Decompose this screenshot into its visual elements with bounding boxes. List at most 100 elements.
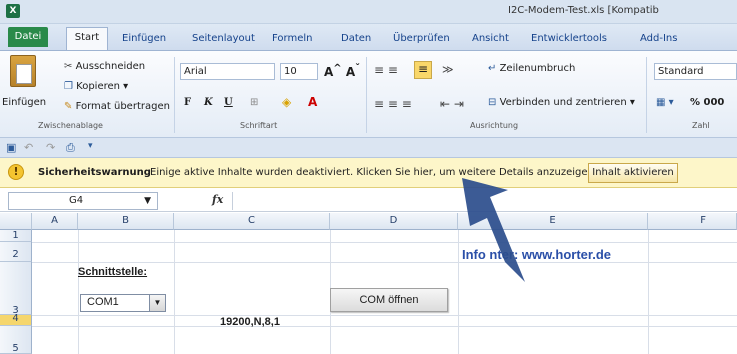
group-divider [646, 57, 647, 133]
font-group-label: Schriftart [240, 121, 278, 130]
insert-function-icon[interactable]: fx [212, 193, 223, 206]
serial-parameters: 19200,N,8,1 [220, 316, 280, 328]
paste-button-label[interactable]: Einfügen [2, 97, 46, 108]
tab-formulas[interactable]: Formeln [272, 30, 312, 50]
grid-line [648, 230, 649, 354]
enable-content-button[interactable]: Inhalt aktivieren [588, 163, 678, 183]
clipboard-group-label: Zwischenablage [38, 121, 103, 130]
security-warning-bar: ! Sicherheitswarnung Einige aktive Inhal… [0, 158, 737, 188]
merge-label: Verbinden und zentrieren ▾ [499, 97, 635, 108]
grid-line [458, 230, 459, 354]
cut-label: Ausschneiden [75, 61, 146, 72]
formula-divider [232, 192, 233, 210]
excel-logo-icon: X [6, 4, 20, 18]
redo-icon[interactable]: ↷ [46, 141, 55, 154]
cut-button[interactable]: ✂ Ausschneiden [64, 61, 145, 72]
column-header-f[interactable]: F [648, 213, 737, 230]
merge-icon: ⊟ [488, 97, 497, 108]
wrap-text-icon: ↵ [488, 63, 497, 74]
align-top-icon[interactable]: ≡ ≡ [374, 63, 398, 77]
indent-icon[interactable]: ⇤ ⇥ [440, 97, 464, 111]
column-header-c[interactable]: C [174, 213, 330, 230]
undo-icon[interactable]: ↶ [24, 141, 33, 154]
column-header-d[interactable]: D [330, 213, 458, 230]
alignment-group-label: Ausrichtung [470, 121, 519, 130]
tab-insert[interactable]: Einfügen [122, 30, 166, 50]
merge-center-button[interactable]: ⊟ Verbinden und zentrieren ▾ [488, 97, 635, 108]
title-bar: X I2C-Modem-Test.xls [Kompatib [0, 0, 737, 24]
align-bottom-icon[interactable]: ≡ [414, 61, 432, 79]
row-header-2[interactable]: 2 [0, 242, 32, 262]
percent-button[interactable]: % 000 [690, 97, 724, 108]
wrap-text-button[interactable]: ↵ Zeilenumbruch [488, 63, 575, 74]
grid-line [32, 262, 737, 263]
chevron-down-icon[interactable]: ▼ [149, 295, 165, 311]
quick-access-toolbar: ▣ ↶ ↷ ⎙ ▾ [0, 138, 737, 158]
orientation-icon[interactable]: ≫ [442, 63, 454, 76]
paste-icon[interactable] [10, 55, 36, 87]
tab-page-layout[interactable]: Seitenlayout [192, 30, 255, 50]
group-divider [174, 57, 175, 133]
row-header-5[interactable]: 5 [0, 326, 32, 354]
row-header-3[interactable]: 3 [0, 262, 32, 316]
com-port-select[interactable]: COM1 ▼ [80, 294, 166, 312]
tab-data[interactable]: Daten [341, 30, 371, 50]
name-box-value: G4 [69, 195, 84, 206]
wrap-text-label: Zeilenumbruch [499, 63, 576, 74]
grid-line [32, 242, 737, 243]
align-left-icon[interactable]: ≡ ≡ ≡ [374, 97, 412, 111]
column-header-e[interactable]: E [458, 213, 648, 230]
save-icon[interactable]: ▣ [6, 141, 16, 154]
ribbon: Einfügen ✂ Ausschneiden ❐ Kopieren ▾ ✎ F… [0, 50, 737, 138]
font-name-select[interactable]: Arial [180, 63, 275, 80]
interface-label: Schnittstelle: [78, 266, 148, 278]
underline-button[interactable]: U [224, 97, 233, 108]
number-group-label: Zahl [692, 121, 710, 130]
grid-line [32, 315, 737, 316]
grow-font-icon[interactable]: A^ Aˇ [324, 63, 360, 79]
format-painter-button[interactable]: ✎ Format übertragen [64, 101, 170, 112]
window-title: I2C-Modem-Test.xls [Kompatib [508, 5, 659, 16]
border-icon[interactable]: ⊞ [250, 97, 258, 108]
scissors-icon: ✂ [64, 61, 73, 72]
customize-qat-icon[interactable]: ▾ [88, 141, 93, 151]
com-port-value: COM1 [87, 296, 119, 308]
chevron-down-icon[interactable]: ▼ [144, 193, 151, 209]
tab-addins[interactable]: Add-Ins [640, 30, 677, 50]
select-all-corner[interactable] [0, 213, 32, 230]
name-box[interactable]: G4 ▼ [8, 192, 158, 210]
tab-start[interactable]: Start [66, 27, 108, 50]
bold-button[interactable]: F [184, 97, 191, 108]
tab-developer[interactable]: Entwicklertools [531, 30, 607, 50]
info-text: Info nter: www.horter.de [462, 247, 612, 262]
copy-button[interactable]: ❐ Kopieren ▾ [64, 81, 128, 92]
font-color-icon[interactable]: A [308, 95, 317, 109]
tab-view[interactable]: Ansicht [472, 30, 509, 50]
group-divider [366, 57, 367, 133]
ribbon-tabs: Datei Start Einfügen Seitenlayout Formel… [0, 24, 737, 50]
fill-color-icon[interactable]: ◈ [282, 95, 291, 109]
currency-icon[interactable]: ▦ ▾ [656, 97, 674, 108]
security-warning-message[interactable]: Einige aktive Inhalte wurden deaktiviert… [150, 167, 597, 178]
row-header-4[interactable]: 4 [0, 314, 32, 326]
copy-icon: ❐ [64, 81, 73, 92]
column-header-a[interactable]: A [32, 213, 78, 230]
copy-label: Kopieren ▾ [76, 81, 129, 92]
tab-file[interactable]: Datei [8, 27, 48, 47]
print-icon[interactable]: ⎙ [66, 141, 75, 155]
warning-icon: ! [8, 164, 24, 180]
column-header-b[interactable]: B [78, 213, 174, 230]
italic-button[interactable]: K [204, 97, 213, 108]
font-size-select[interactable]: 10 [280, 63, 318, 80]
grid-line [78, 230, 79, 354]
formula-bar: G4 ▼ fx [0, 190, 737, 212]
format-painter-label: Format übertragen [75, 101, 170, 112]
open-com-button[interactable]: COM öffnen [330, 288, 448, 312]
number-format-select[interactable]: Standard [654, 63, 737, 80]
tab-review[interactable]: Überprüfen [393, 30, 450, 50]
grid-line [32, 326, 737, 327]
row-header-1[interactable]: 1 [0, 230, 32, 242]
grid-line [174, 230, 175, 354]
format-painter-icon: ✎ [64, 101, 73, 112]
security-warning-title: Sicherheitswarnung [38, 167, 151, 178]
